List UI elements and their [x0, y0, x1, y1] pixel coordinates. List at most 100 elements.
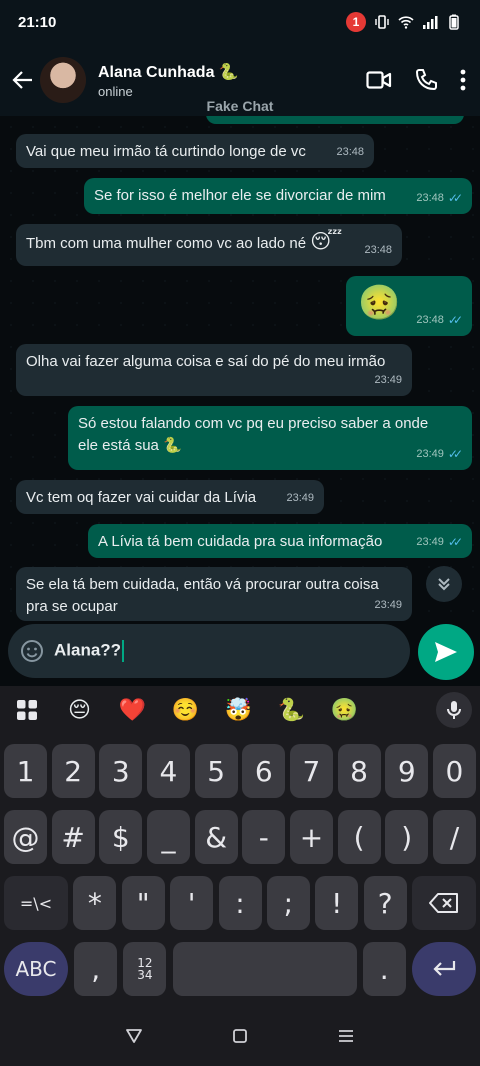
- status-bar: 21:10 1: [0, 0, 480, 44]
- key[interactable]: ": [121, 876, 165, 930]
- message-bubble-incoming[interactable]: Olha vai fazer alguma coisa e saí do pé …: [16, 344, 412, 396]
- voice-input-button[interactable]: [436, 692, 472, 728]
- space-key[interactable]: [172, 942, 357, 996]
- key[interactable]: (: [337, 810, 381, 864]
- emoji-suggestion[interactable]: 🤯: [212, 686, 265, 734]
- key[interactable]: +: [289, 810, 333, 864]
- message-time: 23:49 ✓✓: [416, 531, 463, 553]
- notification-badge: 1: [346, 12, 366, 32]
- app-watermark-label: Fake Chat: [206, 98, 274, 114]
- keyboard-row-numbers: 1 2 3 4 5 6 7 8 9 0: [4, 744, 476, 798]
- key[interactable]: 4: [146, 744, 190, 798]
- backspace-key[interactable]: [412, 876, 476, 930]
- enter-key[interactable]: [411, 942, 476, 996]
- emoji-suggestion[interactable]: 😔: [53, 686, 106, 734]
- contact-status: online: [98, 83, 133, 99]
- key[interactable]: 5: [194, 744, 238, 798]
- message-text: Vc tem oq fazer vai cuidar da Lívia: [26, 489, 257, 506]
- key[interactable]: 9: [385, 744, 429, 798]
- snake-emoji: 🐍: [163, 437, 182, 454]
- composer: Alana??: [0, 624, 480, 686]
- key[interactable]: @: [4, 810, 47, 864]
- message-bubble-incoming[interactable]: Vai que meu irmão tá curtindo longe de v…: [16, 134, 374, 168]
- message-bubble-incoming[interactable]: Tbm com uma mulher como vc ao lado né 😴 …: [16, 224, 402, 266]
- nav-recents-icon[interactable]: [337, 1029, 355, 1043]
- key[interactable]: &: [194, 810, 238, 864]
- message-time-text: 23:49: [374, 599, 402, 611]
- key[interactable]: :: [218, 876, 262, 930]
- contact-name-text: Alana Cunhada: [98, 63, 215, 81]
- chat-area[interactable]: Vai que meu irmão tá curtindo longe de v…: [0, 116, 480, 624]
- key[interactable]: 0: [432, 744, 476, 798]
- message-bubble-outgoing[interactable]: A Lívia tá bem cuidada pra sua informaçã…: [88, 524, 472, 558]
- nav-back-icon[interactable]: [125, 1028, 143, 1044]
- message-time: 23:48: [364, 239, 392, 261]
- emoji-suggestion[interactable]: ❤️: [106, 686, 159, 734]
- message-bubble-outgoing[interactable]: 🤢 23:48 ✓✓: [346, 276, 472, 336]
- avatar[interactable]: [40, 57, 86, 103]
- enter-icon: [433, 961, 456, 976]
- key[interactable]: ?: [363, 876, 407, 930]
- message-text: Vai que meu irmão tá curtindo longe de v…: [26, 143, 306, 160]
- message-text: A Lívia tá bem cuidada pra sua informaçã…: [98, 533, 383, 550]
- abc-key[interactable]: ABC: [4, 942, 68, 996]
- key[interactable]: 2: [51, 744, 95, 798]
- double-check-icon: ✓✓: [447, 535, 463, 549]
- nauseated-face-emoji: 🤢: [358, 284, 401, 322]
- key[interactable]: $: [99, 810, 143, 864]
- key[interactable]: _: [146, 810, 190, 864]
- microphone-icon: [447, 701, 461, 719]
- message-time: 23:49 ✓✓: [416, 443, 463, 465]
- key[interactable]: -: [242, 810, 286, 864]
- phone-call-icon[interactable]: [414, 68, 438, 92]
- contact-info[interactable]: Alana Cunhada 🐍 online: [98, 62, 239, 99]
- key[interactable]: ;: [266, 876, 310, 930]
- key[interactable]: 3: [99, 744, 143, 798]
- message-text-line: Se ela tá bem cuidada, então vá procurar…: [26, 576, 379, 593]
- nav-home-icon[interactable]: [232, 1028, 248, 1044]
- numpad-key[interactable]: 12 34: [123, 942, 167, 996]
- send-button[interactable]: [418, 624, 474, 680]
- comma-key[interactable]: ,: [74, 942, 118, 996]
- emoji-suggestion[interactable]: 🐍: [265, 686, 318, 734]
- contact-name: Alana Cunhada 🐍: [98, 62, 239, 82]
- message-time-text: 23:48: [416, 192, 444, 204]
- key[interactable]: 7: [289, 744, 333, 798]
- system-nav-bar: [0, 1006, 480, 1066]
- emoji-suggestion[interactable]: 🤢: [318, 686, 371, 734]
- message-bubble-outgoing[interactable]: Se for isso é melhor ele se divorciar de…: [84, 178, 472, 214]
- message-bubble-incoming[interactable]: Se ela tá bem cuidada, então vá procurar…: [16, 567, 412, 621]
- message-input-text[interactable]: Alana??: [54, 640, 125, 662]
- key[interactable]: 6: [242, 744, 286, 798]
- key[interactable]: #: [51, 810, 95, 864]
- message-time-text: 23:49: [374, 374, 402, 386]
- emoji-picker-icon[interactable]: [20, 639, 44, 663]
- more-options-icon[interactable]: [460, 69, 466, 91]
- message-time-text: 23:48: [336, 146, 364, 158]
- key[interactable]: *: [73, 876, 117, 930]
- back-button[interactable]: [6, 60, 40, 100]
- message-input[interactable]: Alana??: [8, 624, 410, 678]
- key[interactable]: !: [315, 876, 359, 930]
- wifi-icon: [398, 16, 414, 29]
- more-symbols-key[interactable]: =\<: [4, 876, 68, 930]
- message-time-text: 23:48: [364, 244, 392, 256]
- period-key[interactable]: .: [362, 942, 406, 996]
- message-time: 23:48 ✓✓: [416, 187, 463, 209]
- message-bubble-incoming[interactable]: Vc tem oq fazer vai cuidar da Lívia 23:4…: [16, 480, 324, 514]
- video-call-icon[interactable]: [366, 69, 392, 91]
- send-icon: [435, 642, 457, 662]
- emoji-suggestion[interactable]: ☺️: [159, 686, 212, 734]
- message-time: 23:49: [286, 487, 314, 509]
- keyboard-row-symbols: @ # $ _ & - + ( ) /: [4, 810, 476, 864]
- emoji-grid-button[interactable]: [0, 686, 53, 734]
- message-bubble-outgoing[interactable]: Só estou falando com vc pq eu preciso sa…: [68, 406, 472, 470]
- key[interactable]: /: [432, 810, 476, 864]
- key[interactable]: 1: [4, 744, 47, 798]
- scroll-to-bottom-button[interactable]: [426, 566, 462, 602]
- key[interactable]: ): [385, 810, 429, 864]
- key[interactable]: ': [170, 876, 214, 930]
- key[interactable]: 8: [337, 744, 381, 798]
- text-caret: [122, 640, 125, 662]
- double-check-icon: ✓✓: [447, 313, 463, 327]
